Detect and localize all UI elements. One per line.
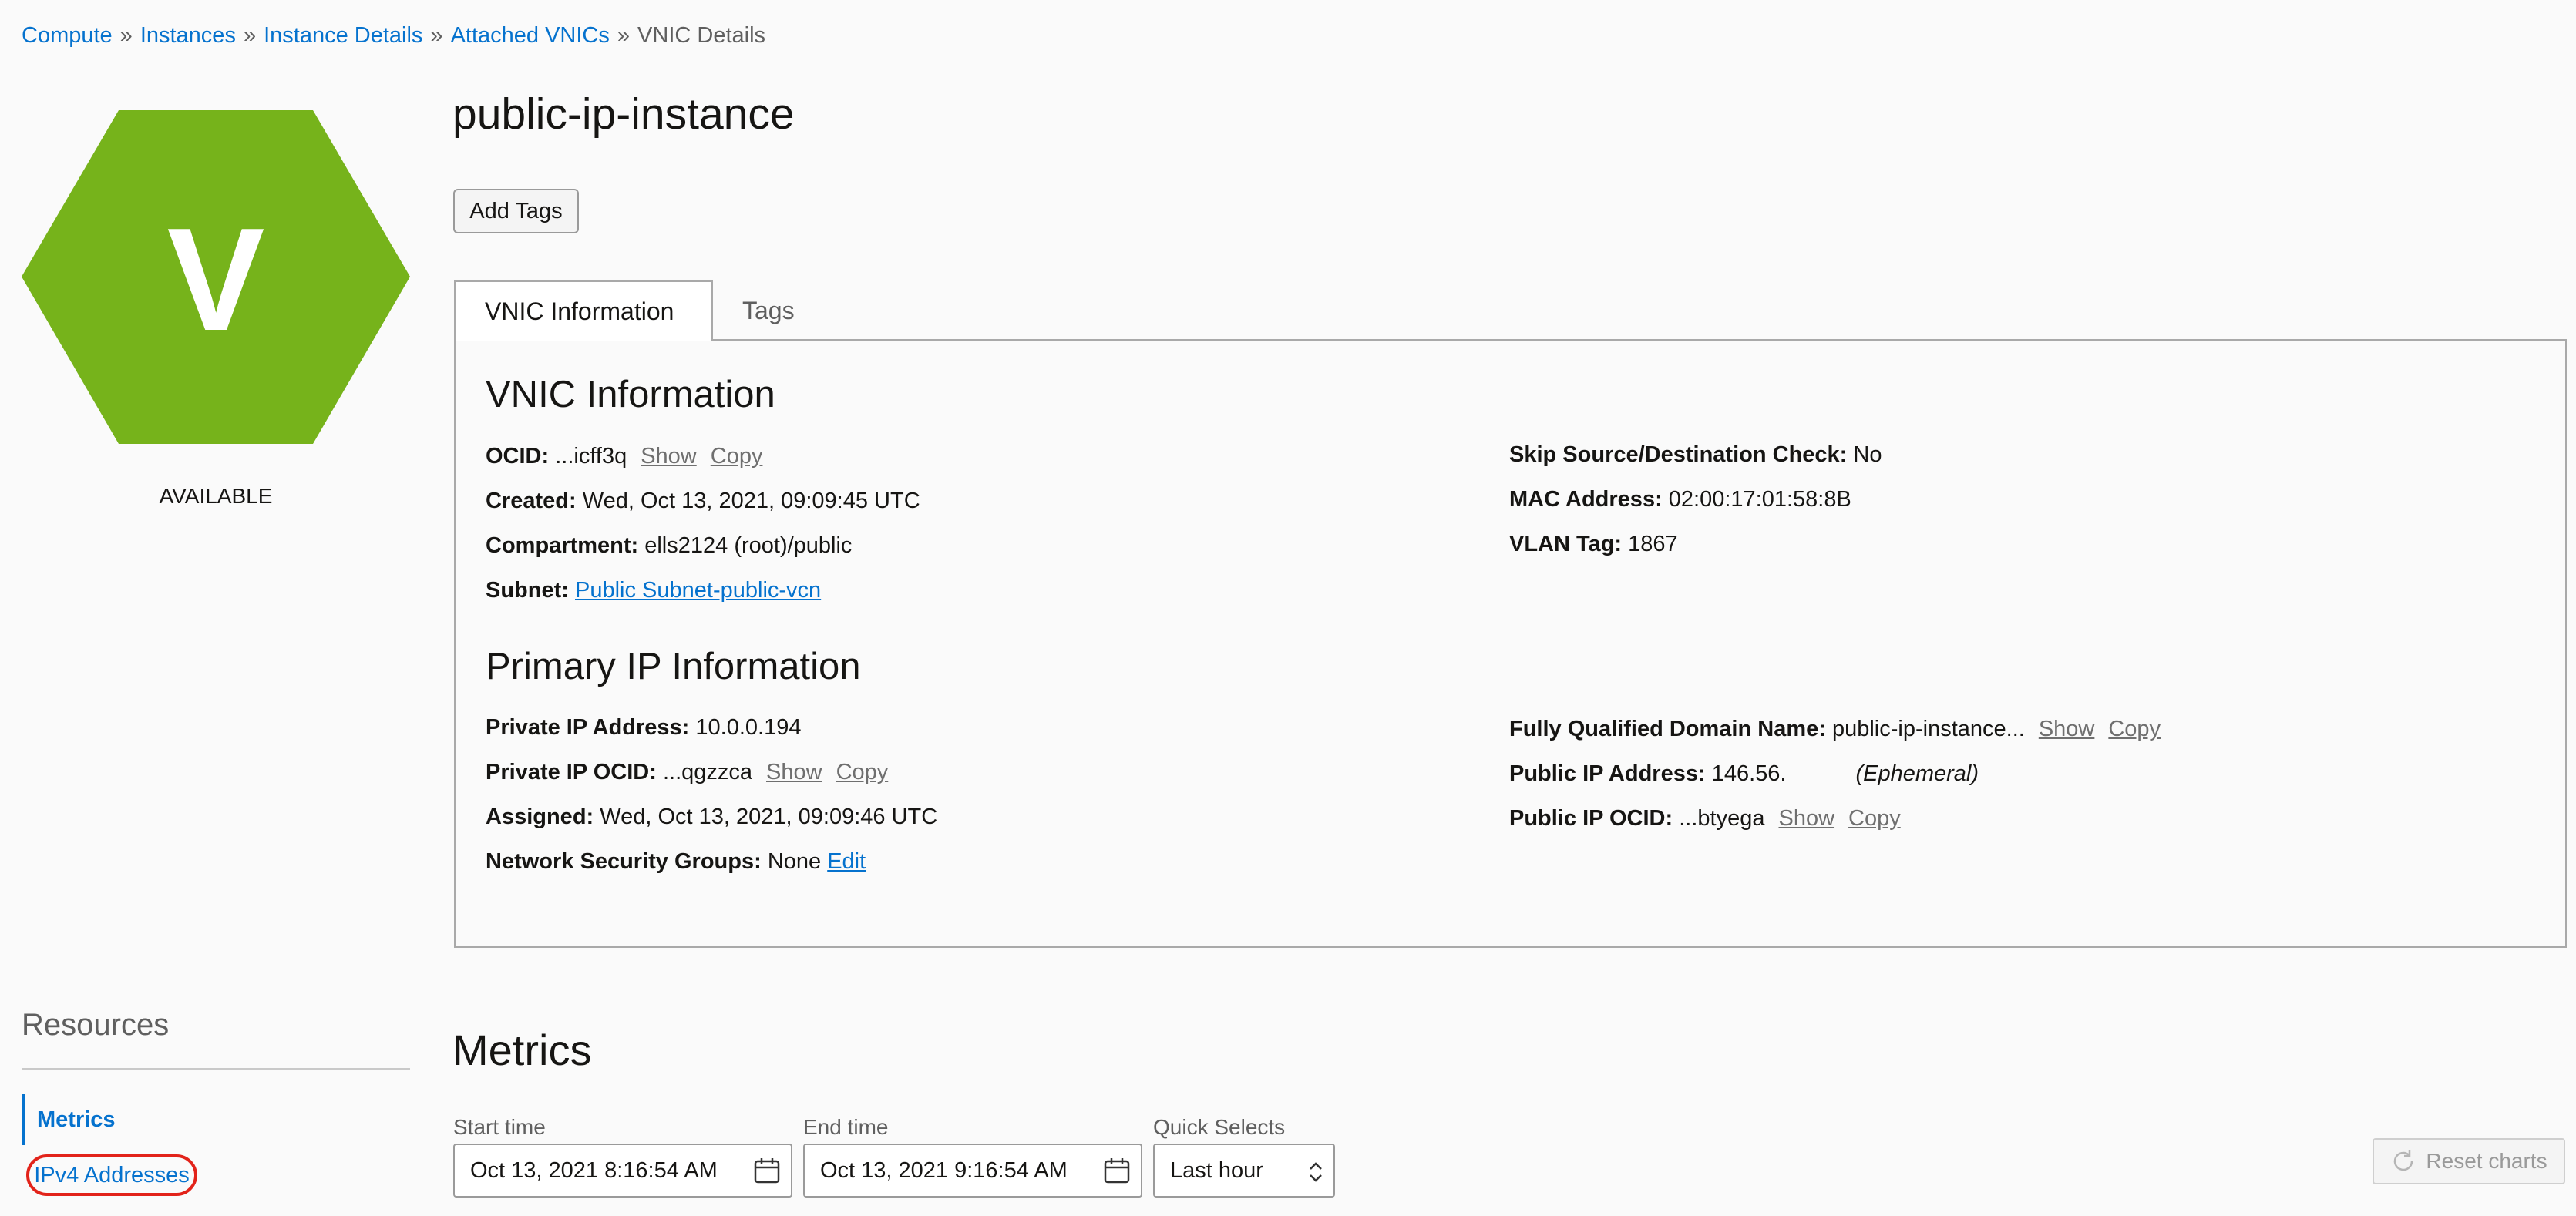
vnic-info-panel: VNIC Information OCID: ...icff3q Show Copy…	[454, 339, 2567, 948]
breadcrumb-instances[interactable]: Instances	[140, 23, 236, 48]
calendar-icon[interactable]	[754, 1157, 780, 1184]
public-ip-row: Public IP Address: 146.56. (Ephemeral)	[1509, 761, 1979, 786]
created-row: Created: Wed, Oct 13, 2021, 09:09:45 UTC	[486, 489, 920, 513]
tab-tags[interactable]: Tags	[713, 280, 824, 341]
private-ocid-copy-link[interactable]: Copy	[836, 760, 889, 784]
skip-check-row: Skip Source/Destination Check: No	[1509, 442, 1882, 467]
private-ip-ocid-row: Private IP OCID: ...qgzzca Show Copy	[486, 760, 889, 784]
resources-item-metrics[interactable]: Metrics	[22, 1094, 116, 1145]
instance-status-hexagon-icon: V	[22, 110, 410, 444]
instance-status: AVAILABLE	[159, 484, 273, 508]
ocid-copy-link[interactable]: Copy	[711, 444, 763, 469]
refresh-icon	[2394, 1150, 2413, 1171]
fqdn-row: Fully Qualified Domain Name: public-ip-i…	[1509, 717, 2161, 741]
public-ocid-copy-link[interactable]: Copy	[1848, 806, 1901, 831]
breadcrumb-attached-vnics[interactable]: Attached VNICs	[451, 23, 610, 48]
resources-title: Resources	[22, 1008, 170, 1042]
public-ip-ocid-row: Public IP OCID: ...btyega Show Copy	[1509, 806, 1901, 831]
vlan-tag-row: VLAN Tag: 1867	[1509, 532, 1678, 556]
fqdn-copy-link[interactable]: Copy	[2108, 717, 2161, 741]
breadcrumb-current: VNIC Details	[637, 23, 766, 48]
ocid-show-link[interactable]: Show	[641, 444, 697, 469]
nsg-edit-link[interactable]: Edit	[827, 849, 866, 874]
reset-charts-button[interactable]: Reset charts	[2373, 1138, 2565, 1184]
private-ip-row: Private IP Address: 10.0.0.194	[486, 715, 802, 740]
end-time-label: End time	[803, 1115, 889, 1139]
primary-ip-heading: Primary IP Information	[486, 646, 861, 687]
tab-vnic-information[interactable]: VNIC Information	[454, 280, 713, 341]
add-tags-button[interactable]: Add Tags	[453, 189, 579, 233]
resources-item-ipv4-addresses[interactable]: IPv4 Addresses	[26, 1154, 197, 1196]
quick-selects-dropdown[interactable]: Last hour	[1153, 1144, 1335, 1198]
metrics-title: Metrics	[452, 1026, 592, 1074]
instance-icon-letter: V	[167, 198, 265, 361]
subnet-row: Subnet: Public Subnet-public-vcn	[486, 578, 822, 603]
resources-divider	[22, 1068, 410, 1070]
fqdn-show-link[interactable]: Show	[2039, 717, 2095, 741]
page-title: public-ip-instance	[452, 89, 795, 139]
calendar-icon[interactable]	[1104, 1157, 1130, 1184]
breadcrumb-instance-details[interactable]: Instance Details	[264, 23, 422, 48]
subnet-link[interactable]: Public Subnet-public-vcn	[575, 578, 821, 603]
breadcrumb: Compute» Instances» Instance Details» Attac…	[22, 23, 766, 48]
quick-selects-label: Quick Selects	[1153, 1115, 1286, 1139]
start-time-input[interactable]: Oct 13, 2021 8:16:54 AM	[453, 1144, 792, 1198]
mac-address-row: MAC Address: 02:00:17:01:58:8B	[1509, 487, 1851, 512]
end-time-input[interactable]: Oct 13, 2021 9:16:54 AM	[803, 1144, 1142, 1198]
chevron-updown-icon	[1310, 1162, 1322, 1182]
ocid-row: OCID: ...icff3q Show Copy	[486, 444, 763, 469]
breadcrumb-compute[interactable]: Compute	[22, 23, 113, 48]
nsg-row: Network Security Groups: None Edit	[486, 849, 866, 874]
vnic-info-heading: VNIC Information	[486, 374, 775, 415]
public-ocid-show-link[interactable]: Show	[1778, 806, 1834, 831]
assigned-row: Assigned: Wed, Oct 13, 2021, 09:09:46 UT…	[486, 805, 938, 829]
start-time-label: Start time	[453, 1115, 546, 1139]
private-ocid-show-link[interactable]: Show	[766, 760, 822, 784]
compartment-row: Compartment: ells2124 (root)/public	[486, 533, 853, 558]
